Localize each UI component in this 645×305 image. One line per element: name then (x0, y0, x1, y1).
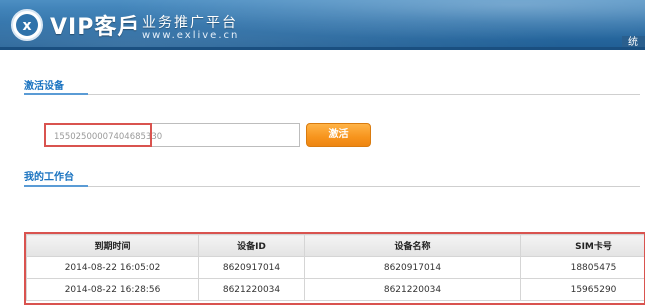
device-number-input[interactable] (44, 123, 300, 148)
header-banner: x VIP客戶 业务推广平台 www.exlive.cn 统 (0, 0, 645, 50)
table-header-row: 到期时间 设备ID 设备名称 SIM卡号 (26, 234, 644, 257)
workspace-section-divider (24, 186, 640, 187)
cell-expiry: 2014-08-22 16:28:56 (26, 278, 199, 301)
device-table: 到期时间 设备ID 设备名称 SIM卡号 2014-08-22 16:05:02… (26, 234, 644, 301)
cell-device-id: 8621220034 (198, 278, 305, 301)
workspace-section-title: 我的工作台 (24, 172, 74, 183)
cell-sim: 18805475 (520, 256, 644, 279)
table-row[interactable]: 2014-08-22 16:05:02 8620917014 862091701… (26, 256, 644, 279)
cell-device-name: 8621220034 (304, 278, 521, 301)
activate-button[interactable]: 激活 (306, 123, 371, 147)
exlive-logo-icon: x (11, 9, 43, 41)
cell-expiry: 2014-08-22 16:05:02 (26, 256, 199, 279)
activate-section-accent (24, 93, 88, 95)
column-header-expiry[interactable]: 到期时间 (26, 234, 199, 257)
activate-section-title: 激活设备 (24, 81, 64, 92)
header-divider (0, 47, 645, 50)
cell-device-name: 8620917014 (304, 256, 521, 279)
table-row[interactable]: 2014-08-22 16:28:56 8621220034 862122003… (26, 278, 644, 301)
column-header-sim[interactable]: SIM卡号 (520, 234, 644, 257)
workspace-section-accent (24, 185, 88, 187)
activate-section-divider (24, 94, 640, 95)
site-url: www.exlive.cn (142, 30, 240, 41)
cell-sim: 15965290 (520, 278, 644, 301)
brand-slogan: 业务推广平台 (142, 15, 238, 31)
brand-title: VIP客戶 (50, 15, 141, 40)
cell-device-id: 8620917014 (198, 256, 305, 279)
device-number-field[interactable] (45, 126, 299, 148)
column-header-device-id[interactable]: 设备ID (198, 234, 305, 257)
device-table-container: 到期时间 设备ID 设备名称 SIM卡号 2014-08-22 16:05:02… (24, 232, 645, 305)
page: x VIP客戶 业务推广平台 www.exlive.cn 统 激活设备 激活 我… (0, 0, 645, 305)
svg-text:x: x (22, 18, 31, 34)
column-header-device-name[interactable]: 设备名称 (304, 234, 521, 257)
